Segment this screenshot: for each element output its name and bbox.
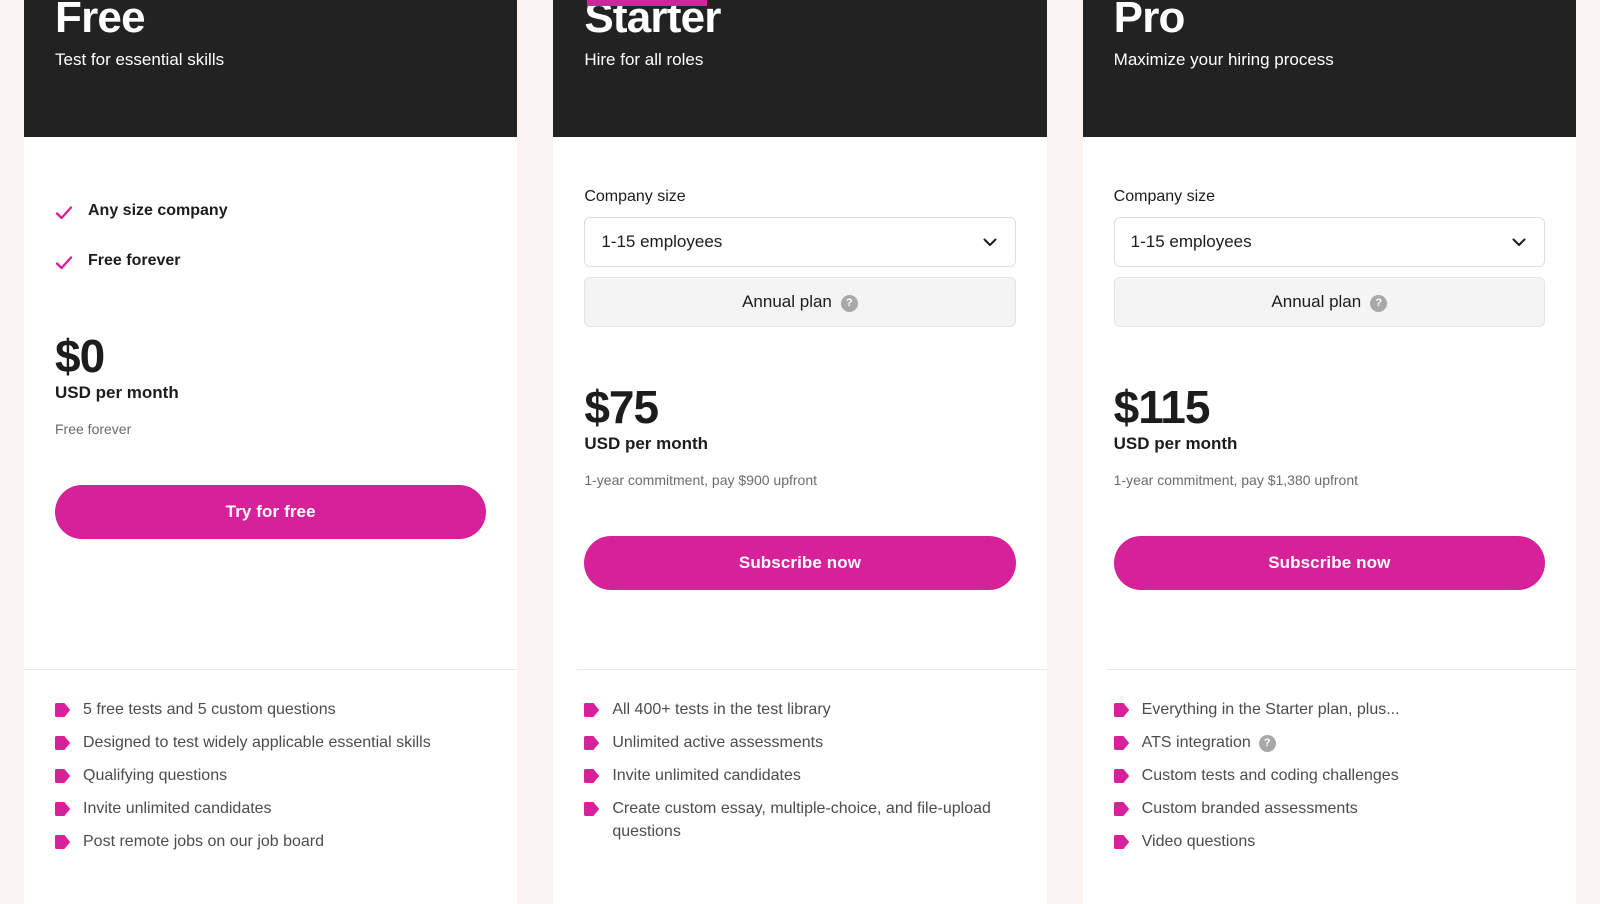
plan-card-pro: Pro Maximize your hiring process Company… bbox=[1082, 0, 1576, 904]
plan-highlight-label: Any size company bbox=[88, 202, 228, 219]
plan-header-starter: Starter Hire for all roles bbox=[553, 0, 1047, 137]
company-size-block: Company size 1-15 employees Annual plan … bbox=[1113, 187, 1545, 327]
check-icon bbox=[55, 206, 73, 220]
tag-bullet-icon bbox=[1113, 703, 1129, 717]
subscribe-now-button[interactable]: Subscribe now bbox=[1113, 536, 1545, 590]
plan-card-starter: Starter Hire for all roles Company size … bbox=[553, 0, 1047, 904]
list-item: Qualifying questions bbox=[55, 764, 486, 787]
price-block: $115 USD per month 1-year commitment, pa… bbox=[1114, 383, 1545, 490]
feature-text: Custom tests and coding challenges bbox=[1141, 767, 1399, 784]
feature-text: Everything in the Starter plan, plus... bbox=[1141, 701, 1400, 718]
feature-text: Unlimited active assessments bbox=[612, 734, 824, 751]
plan-tagline: Maximize your hiring process bbox=[1113, 50, 1334, 69]
list-item: Video questions bbox=[1113, 830, 1545, 853]
list-item: Designed to test widely applicable essen… bbox=[55, 731, 486, 754]
list-item: Custom tests and coding challenges bbox=[1113, 764, 1545, 787]
company-size-label: Company size bbox=[1113, 188, 1216, 205]
list-item: Free forever bbox=[55, 251, 486, 272]
tag-bullet-icon bbox=[1113, 736, 1129, 750]
plan-card-free: Free Test for essential skills Any size … bbox=[24, 0, 518, 904]
list-item: Invite unlimited candidates bbox=[55, 797, 486, 820]
company-size-block: Company size 1-15 employees Annual plan … bbox=[584, 187, 1016, 327]
plan-name: Pro bbox=[1113, 0, 1186, 42]
help-circle-icon[interactable]: ? bbox=[1258, 735, 1276, 752]
plan-highlight-label: Free forever bbox=[88, 252, 181, 269]
price-amount: $75 bbox=[584, 381, 659, 433]
plan-name: Free bbox=[55, 0, 146, 42]
price-note: Free forever bbox=[55, 421, 132, 437]
annual-plan-label: Annual plan bbox=[1271, 292, 1362, 311]
tag-bullet-icon bbox=[584, 736, 600, 750]
feature-list-pro: Everything in the Starter plan, plus... … bbox=[1083, 670, 1576, 904]
feature-text: Qualifying questions bbox=[83, 767, 228, 784]
price-unit: USD per month bbox=[1113, 434, 1238, 453]
list-item: ATS integration? bbox=[1113, 731, 1545, 754]
list-item: Post remote jobs on our job board bbox=[55, 830, 486, 853]
tag-bullet-icon bbox=[1113, 769, 1129, 783]
tag-bullet-icon bbox=[1113, 835, 1129, 849]
tag-bullet-icon bbox=[584, 703, 600, 717]
price-note: 1-year commitment, pay $1,380 upfront bbox=[1113, 472, 1358, 488]
feature-text: Designed to test widely applicable essen… bbox=[83, 734, 431, 751]
feature-text: Video questions bbox=[1141, 833, 1256, 850]
feature-text: 5 free tests and 5 custom questions bbox=[83, 701, 336, 718]
company-size-select[interactable]: 1-15 employees bbox=[1113, 217, 1545, 267]
feature-text: Create custom essay, multiple-choice, an… bbox=[612, 800, 991, 840]
feature-text: Invite unlimited candidates bbox=[612, 767, 801, 784]
tag-bullet-icon bbox=[584, 769, 600, 783]
tag-bullet-icon bbox=[55, 736, 71, 750]
most-popular-accent-strip bbox=[587, 0, 708, 6]
list-item: Invite unlimited candidates bbox=[584, 764, 1015, 787]
annual-plan-toggle[interactable]: Annual plan ? bbox=[1113, 277, 1545, 327]
feature-text: Post remote jobs on our job board bbox=[83, 833, 325, 850]
plan-header-free: Free Test for essential skills bbox=[24, 0, 518, 137]
feature-list-free: 5 free tests and 5 custom questions Desi… bbox=[24, 670, 517, 904]
try-for-free-button[interactable]: Try for free bbox=[55, 485, 487, 539]
feature-text: Custom branded assessments bbox=[1141, 800, 1358, 817]
annual-plan-label: Annual plan bbox=[742, 292, 832, 311]
price-note: 1-year commitment, pay $900 upfront bbox=[584, 472, 817, 488]
help-circle-icon[interactable]: ? bbox=[840, 294, 858, 312]
tag-bullet-icon bbox=[1113, 802, 1129, 816]
list-item: Unlimited active assessments bbox=[584, 731, 1015, 754]
check-icon bbox=[55, 256, 73, 270]
list-item: Custom branded assessments bbox=[1113, 797, 1545, 820]
chevron-down-icon bbox=[983, 238, 997, 246]
company-size-value: 1-15 employees bbox=[601, 232, 723, 251]
price-amount: $115 bbox=[1113, 381, 1211, 433]
price-amount: $0 bbox=[55, 330, 105, 382]
list-item: All 400+ tests in the test library bbox=[584, 698, 1015, 721]
annual-plan-toggle[interactable]: Annual plan ? bbox=[584, 277, 1016, 327]
list-item: Any size company bbox=[55, 201, 486, 222]
plan-tagline: Test for essential skills bbox=[55, 50, 225, 69]
subscribe-now-button[interactable]: Subscribe now bbox=[584, 536, 1016, 590]
tag-bullet-icon bbox=[584, 802, 600, 816]
company-size-value: 1-15 employees bbox=[1130, 232, 1252, 251]
tag-bullet-icon bbox=[55, 802, 71, 816]
feature-list-starter: All 400+ tests in the test library Unlim… bbox=[553, 670, 1046, 904]
plan-header-pro: Pro Maximize your hiring process bbox=[1082, 0, 1576, 137]
list-item: 5 free tests and 5 custom questions bbox=[55, 698, 486, 721]
tag-bullet-icon bbox=[55, 703, 71, 717]
plan-name: Starter bbox=[584, 0, 721, 42]
plan-tagline: Hire for all roles bbox=[584, 50, 704, 69]
list-item: Everything in the Starter plan, plus... bbox=[1113, 698, 1545, 721]
tag-bullet-icon bbox=[55, 769, 71, 783]
chevron-down-icon bbox=[1512, 238, 1526, 246]
plan-highlights-list: Any size company Free forever bbox=[55, 201, 486, 272]
price-unit: USD per month bbox=[55, 383, 179, 402]
feature-text: ATS integration? bbox=[1142, 731, 1276, 754]
feature-text: All 400+ tests in the test library bbox=[612, 701, 831, 718]
feature-text: Invite unlimited candidates bbox=[83, 800, 272, 817]
company-size-label: Company size bbox=[584, 188, 686, 205]
price-block: $0 USD per month Free forever bbox=[55, 332, 486, 439]
pricing-plans-grid: Free Test for essential skills Any size … bbox=[0, 0, 1600, 904]
company-size-select[interactable]: 1-15 employees bbox=[584, 217, 1016, 267]
price-unit: USD per month bbox=[584, 434, 709, 453]
price-block: $75 USD per month 1-year commitment, pay… bbox=[584, 383, 1015, 490]
list-item: Create custom essay, multiple-choice, an… bbox=[584, 797, 1015, 843]
help-circle-icon[interactable]: ? bbox=[1370, 294, 1388, 312]
tag-bullet-icon bbox=[55, 835, 71, 849]
